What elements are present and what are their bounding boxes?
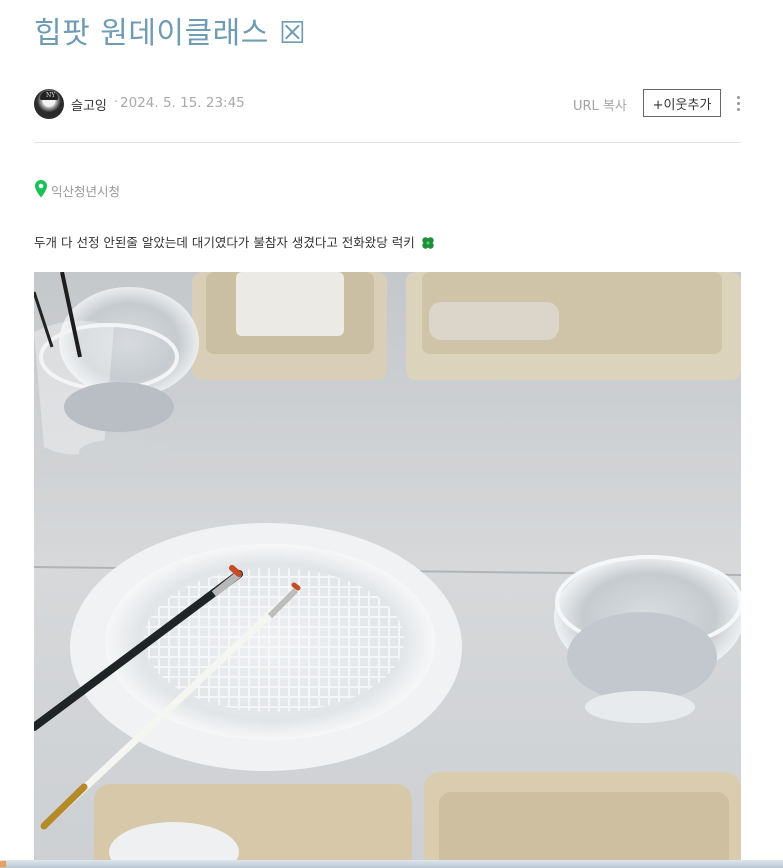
cap-logo-text: NY: [46, 92, 56, 99]
photo-illustration: [34, 272, 741, 868]
url-copy-button[interactable]: URL 복사: [573, 95, 627, 114]
bottom-scrollbar[interactable]: [0, 860, 783, 868]
post-meta: NY 슬고잉 · 2024. 5. 15. 23:45 URL 복사 +이웃추가: [34, 88, 741, 120]
post-title: 힙팟 원데이클래스 ☒: [34, 16, 307, 51]
location-name: 익산청년시청: [51, 184, 121, 199]
post-photo[interactable]: [34, 272, 741, 868]
scrollbar-thumb[interactable]: [0, 861, 6, 867]
post-date: 2024. 5. 15. 23:45: [120, 95, 245, 111]
author-name[interactable]: 슬고잉: [71, 95, 107, 114]
avatar[interactable]: NY: [34, 89, 64, 119]
meta-separator: ·: [114, 95, 119, 110]
map-pin-icon: [35, 180, 47, 198]
post-body-text: 두개 다 선정 안된줄 알았는데 대기였다가 불참자 생겼다고 전화왔당 럭키: [34, 235, 415, 250]
add-neighbor-button[interactable]: +이웃추가: [643, 89, 721, 117]
cap-icon: NY: [40, 91, 58, 100]
vertical-dots-icon[interactable]: [734, 94, 744, 114]
post-body: 두개 다 선정 안된줄 알았는데 대기였다가 불참자 생겼다고 전화왔당 럭키: [34, 232, 435, 251]
four-leaf-clover-icon: [422, 237, 434, 249]
divider: [34, 142, 741, 143]
